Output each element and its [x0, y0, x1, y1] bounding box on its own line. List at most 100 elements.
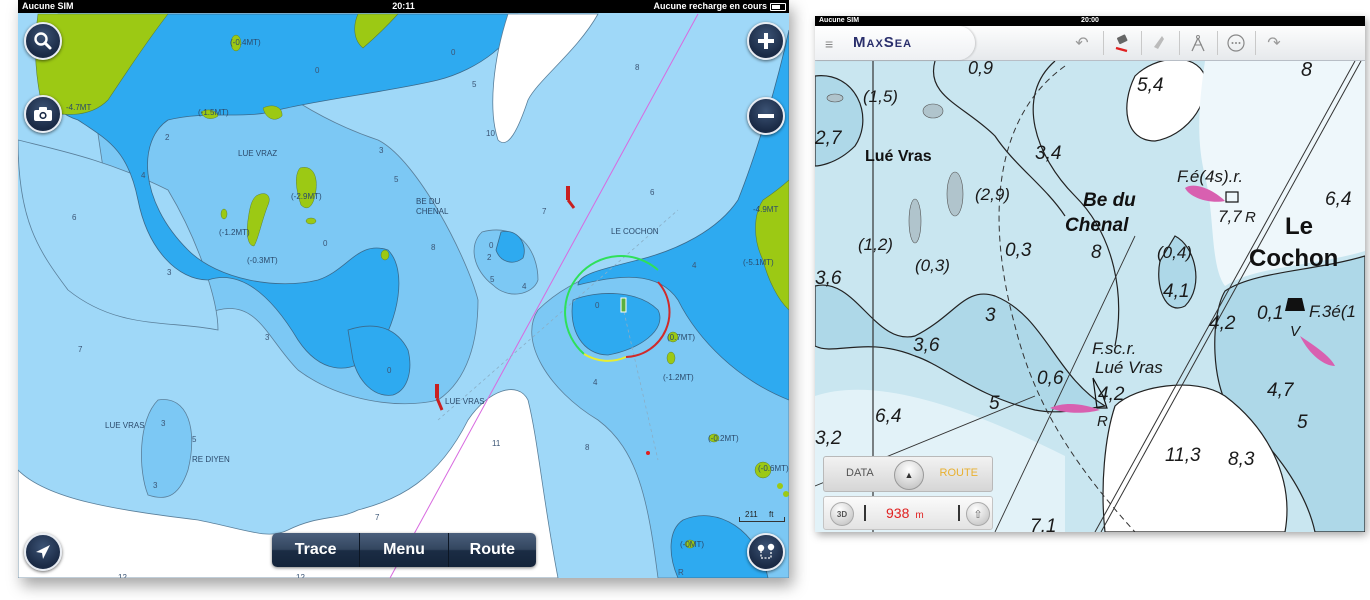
compass-tool-button[interactable]: [1181, 29, 1215, 57]
rock: [826, 93, 844, 103]
erase-button[interactable]: [1143, 29, 1177, 57]
status-bar: Aucune SIM 20:00: [815, 16, 1365, 26]
data-tab[interactable]: DATA: [846, 467, 874, 479]
chart-depth: 3,4: [1035, 143, 1061, 164]
rock-label: (-0.3MT): [247, 256, 278, 265]
draw-button[interactable]: [1105, 29, 1139, 57]
minus-icon: [758, 114, 774, 118]
route-waypoints-icon: [757, 543, 775, 559]
north-up-button[interactable]: ⇧: [966, 502, 990, 526]
right-app-screen: 0,9 (1,5) 5,4 8 2,7 Lué Vras 3,4 F.é(4s)…: [815, 16, 1365, 532]
left-app-screen: LUE VRAZ BE DU CHENAL LE COCHON LUE VRAS…: [18, 0, 789, 578]
route-button[interactable]: Route: [448, 533, 536, 567]
chart-place-name: Cochon: [1249, 245, 1338, 272]
light-characteristic: F.3é(1: [1309, 302, 1356, 321]
place-label: BE DU: [416, 197, 441, 206]
nautical-chart-map[interactable]: LUE VRAZ BE DU CHENAL LE COCHON LUE VRAS…: [18, 0, 789, 578]
locate-button[interactable]: [24, 533, 62, 571]
bell-buoy-icon[interactable]: [1285, 298, 1305, 311]
depth-sounding: 0: [489, 241, 494, 250]
chevron-up-icon: ▲: [904, 470, 914, 480]
toolbar-divider: [1141, 31, 1142, 55]
chart-depth: 7,1: [1030, 516, 1056, 532]
north-arrow-icon: ⇧: [973, 508, 983, 521]
depth-sounding: 8: [585, 443, 590, 452]
chart-depth: 3,6: [913, 335, 940, 356]
undo-icon: ↶: [1075, 35, 1089, 52]
chart-depth: 8: [1091, 242, 1102, 263]
chart-depth: 5: [1297, 412, 1308, 433]
camera-icon: [34, 107, 52, 121]
chart-depth: 8: [1301, 59, 1312, 81]
rock: [946, 171, 964, 217]
depth-sounding: 0: [451, 48, 456, 57]
toolbar-divider: [1103, 31, 1104, 55]
clock: 20:00: [1081, 17, 1099, 24]
chart-depth: 11,3: [1165, 445, 1201, 466]
hamburger-menu-icon[interactable]: ≡: [825, 36, 833, 52]
chart-place-name: Le: [1285, 213, 1313, 240]
battery-status: Aucune recharge en cours: [653, 1, 767, 11]
zoom-in-button[interactable]: [747, 22, 785, 60]
place-label: RE DIYEN: [192, 455, 230, 464]
chart-depth: (1,5): [863, 87, 898, 106]
toolbar-divider: [1217, 31, 1218, 55]
toolbar-divider: [1179, 31, 1180, 55]
scale-bar: 211 ft: [739, 510, 785, 522]
trace-button[interactable]: Trace: [272, 533, 361, 567]
menu-button[interactable]: Menu: [360, 533, 449, 567]
undo-button[interactable]: ↶: [1065, 29, 1099, 57]
chart-marker: R: [1245, 209, 1256, 226]
toolbar-divider: [1255, 31, 1256, 55]
redo-icon: ↷: [1267, 35, 1281, 52]
distance-value: 938: [886, 505, 910, 521]
search-button[interactable]: [24, 22, 62, 60]
depth-sounding: 0: [387, 366, 392, 375]
rock-label: (-0MT): [680, 540, 704, 549]
rock-label: (-5.1MT): [743, 258, 774, 267]
depth-sounding: 4: [141, 171, 146, 180]
depth-sounding: 3: [161, 419, 166, 428]
brand-area: ≡ MaxSea: [815, 26, 975, 60]
measure-panel: 3D 938 m ⇧: [823, 496, 993, 530]
depth-sounding: 0: [323, 239, 328, 248]
more-button[interactable]: [1219, 29, 1253, 57]
depth-sounding: 5: [472, 80, 477, 89]
place-label: CHENAL: [416, 207, 449, 216]
redo-button[interactable]: ↷: [1257, 29, 1291, 57]
chart-depth: 6,4: [875, 406, 901, 427]
battery-icon: [770, 3, 786, 11]
light-marker[interactable]: [620, 297, 627, 313]
place-label: LUE VRAZ: [238, 149, 277, 158]
camera-button[interactable]: [24, 95, 62, 133]
expand-panel-button[interactable]: ▲: [894, 460, 924, 490]
depth-sounding: R: [678, 568, 684, 577]
place-label: LUE VRAS: [445, 397, 485, 406]
chart-place-name: Lué Vras: [865, 148, 932, 165]
paper-chart-map[interactable]: 0,9 (1,5) 5,4 8 2,7 Lué Vras 3,4 F.é(4s)…: [815, 16, 1365, 532]
depth-sounding: 5: [394, 175, 399, 184]
chart-depth: 5: [989, 393, 1000, 414]
scale-bar-line: [739, 517, 785, 522]
depth-sounding: 8: [431, 243, 436, 252]
place-label: LE COCHON: [611, 227, 659, 236]
depth-sounding: 12: [118, 573, 127, 578]
depth-sounding: 5: [192, 435, 197, 444]
route-tool-button[interactable]: [747, 533, 785, 571]
chart-depth: 4,2: [1098, 384, 1125, 405]
distance-unit: m: [915, 510, 924, 521]
depth-sounding: 0: [315, 66, 320, 75]
rock-label: -4.9MT: [753, 205, 778, 214]
rock: [922, 103, 944, 119]
place-label: LUE VRAS: [105, 421, 145, 430]
3d-toggle-button[interactable]: 3D: [830, 502, 854, 526]
chart-depth: 0,9: [968, 58, 993, 78]
maxsea-toolbar: ≡ MaxSea ↶ ↷: [815, 26, 1365, 61]
drafting-compass-icon: [1191, 35, 1205, 52]
rock-label: (-1.2MT): [663, 373, 694, 382]
rock-label: -4.7MT: [66, 103, 91, 112]
zoom-out-button[interactable]: [747, 97, 785, 135]
chart-depth: (2,9): [975, 185, 1010, 204]
route-tab[interactable]: ROUTE: [940, 467, 979, 479]
depth-sounding: 4: [522, 282, 527, 291]
